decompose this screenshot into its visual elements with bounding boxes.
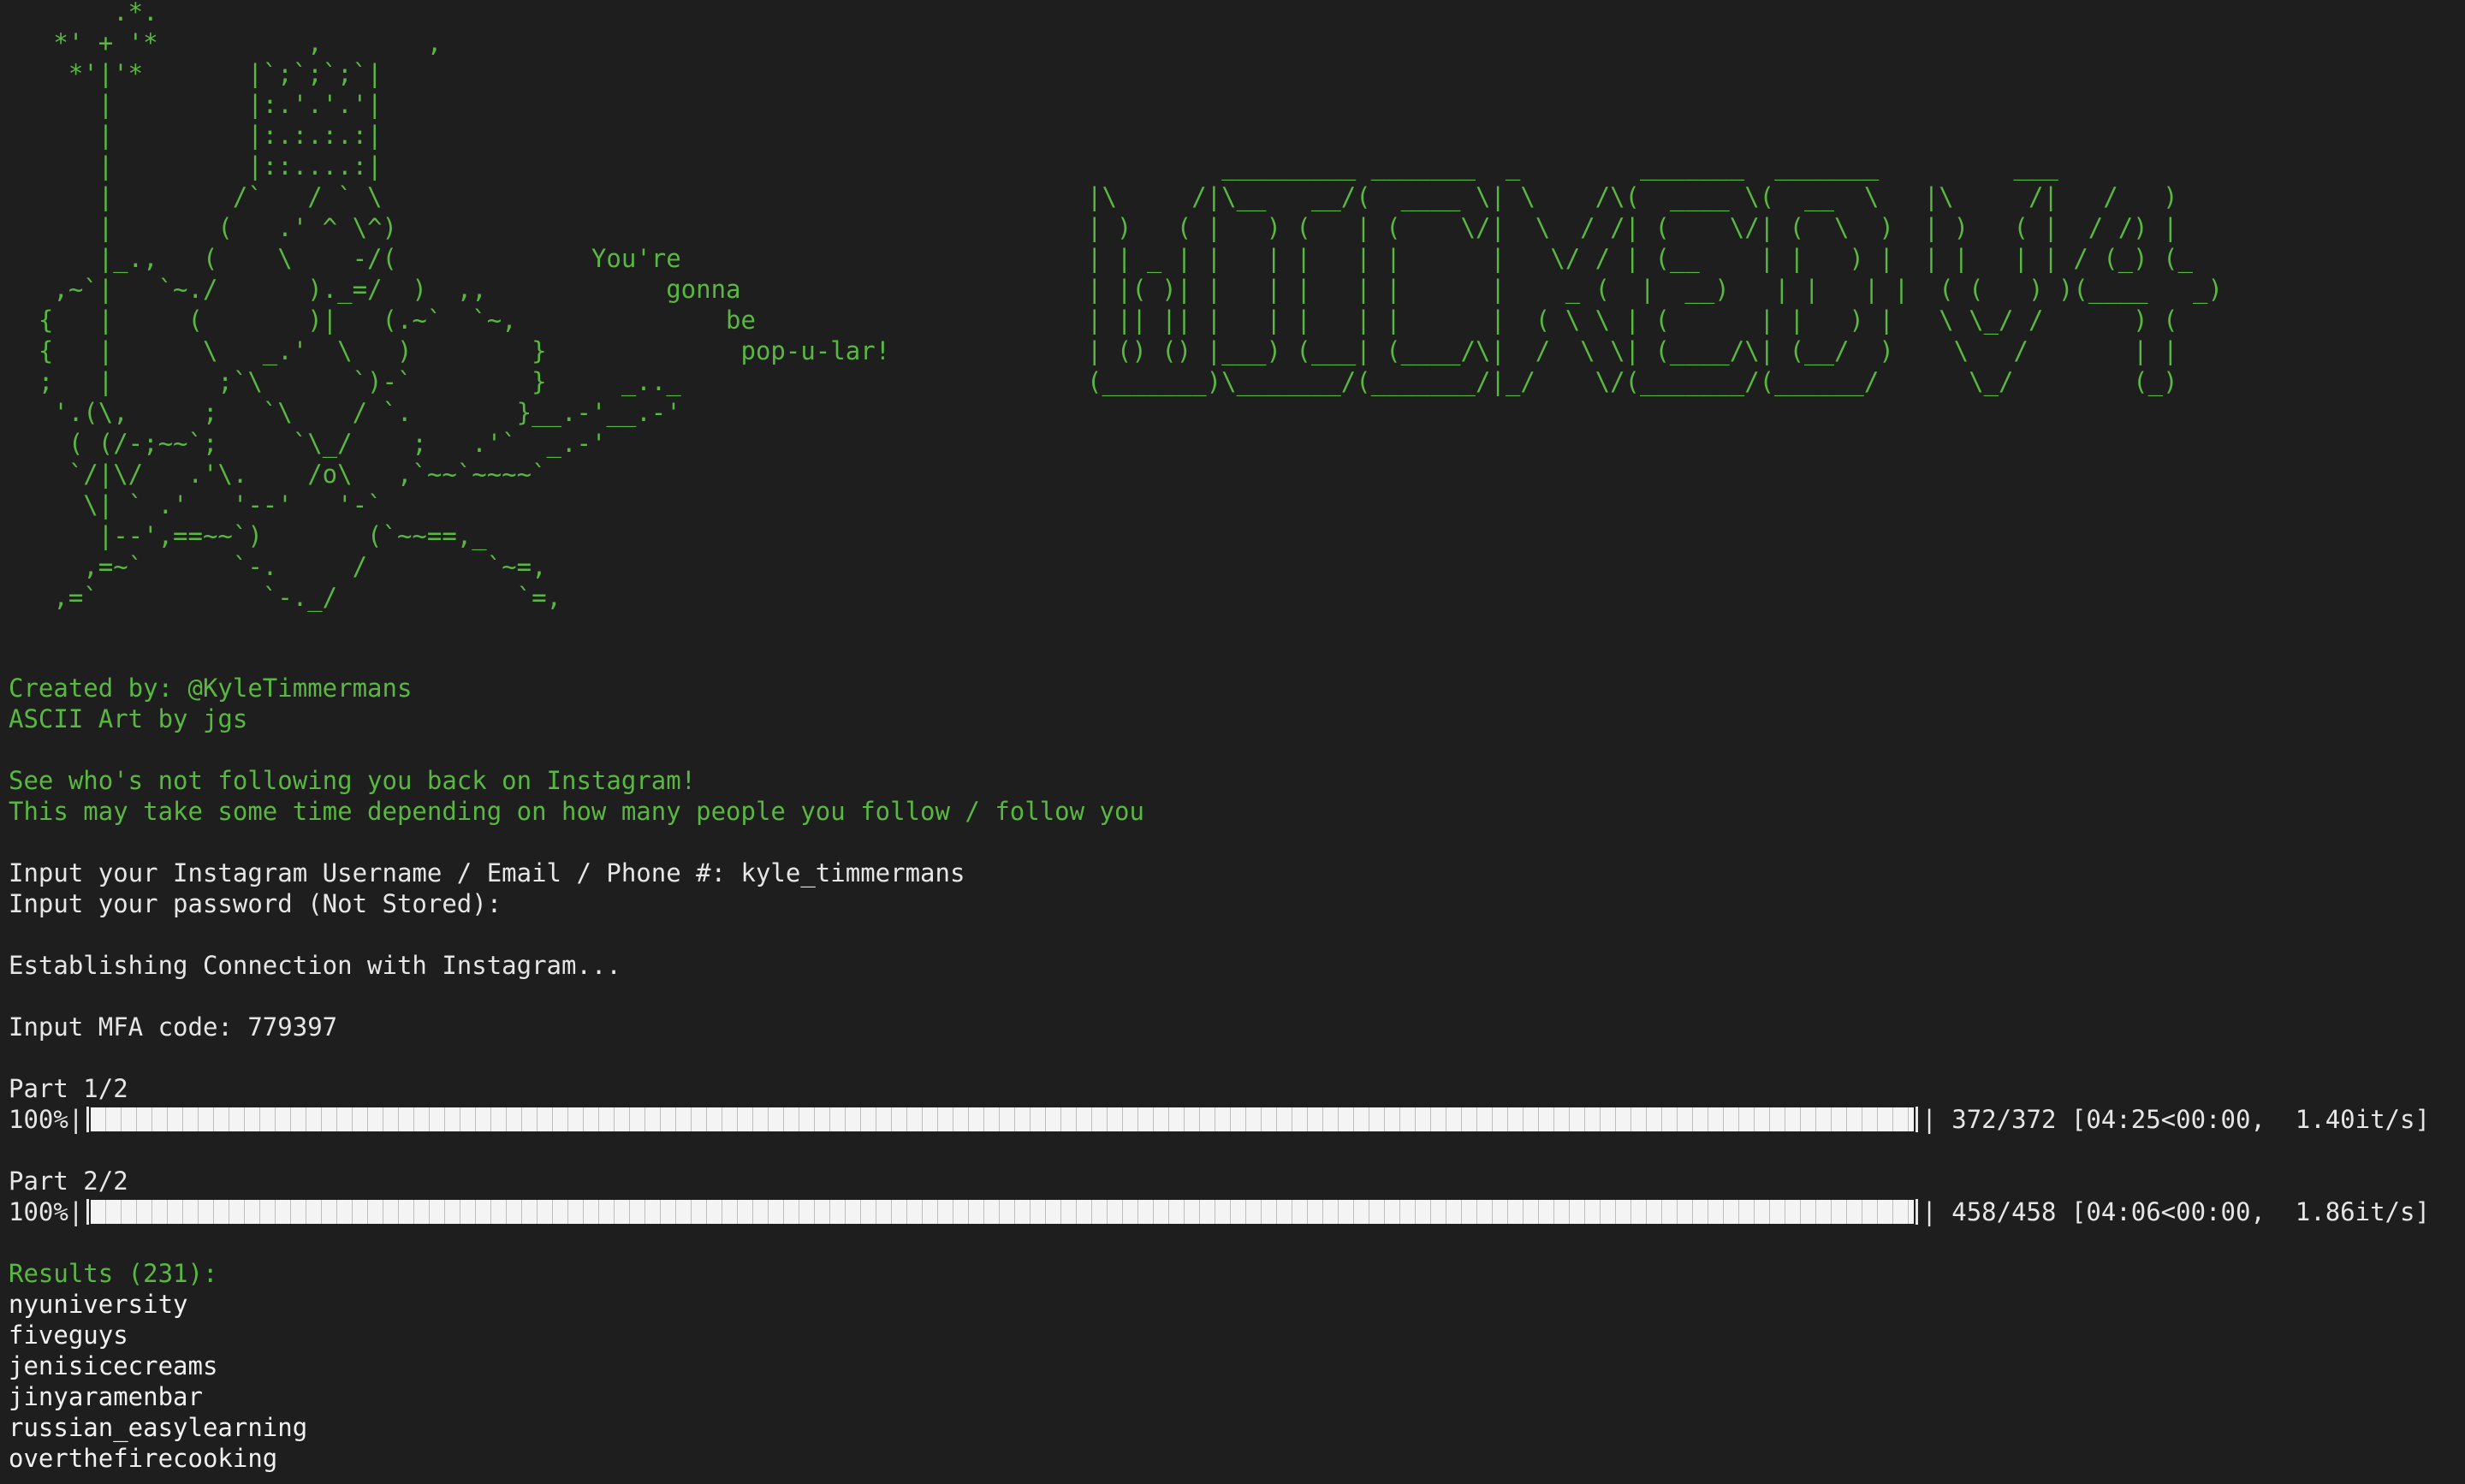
progress-stats-1: | 372/372 [04:25<00:00, 1.40it/s]: [1922, 1105, 2430, 1134]
progress-stats-2: | 458/458 [04:06<00:00, 1.86it/s]: [1922, 1197, 2430, 1226]
terminal-window[interactable]: .*. *' + '* , , *'|'* |`;`;`;`| | |:.'.'…: [0, 0, 2465, 1484]
progress-bar-2: [86, 1199, 1919, 1225]
terminal-output: Created by: @KyleTimmermans ASCII Art by…: [9, 673, 2456, 1474]
username-prompt: Input your Instagram Username / Email / …: [9, 858, 965, 887]
intro-line-1: See who's not following you back on Inst…: [9, 766, 697, 795]
password-prompt: Input your password (Not Stored):: [9, 889, 502, 918]
result-item: overthefirecooking: [9, 1444, 278, 1473]
intro-line-2: This may take some time depending on how…: [9, 797, 1144, 826]
progress-percent-1: 100%|: [9, 1105, 84, 1134]
result-item: jenisicecreams: [9, 1351, 218, 1380]
progress-bar-1: [86, 1107, 1919, 1132]
progress-row-1: 100%| | 372/372 [04:25<00:00, 1.40it/s]: [9, 1104, 2456, 1135]
result-item: russian_easylearning: [9, 1413, 308, 1442]
result-item: jinyaramenbar: [9, 1382, 203, 1411]
connection-status: Establishing Connection with Instagram..…: [9, 951, 621, 980]
credit-author: Created by: @KyleTimmermans: [9, 674, 413, 703]
progress-row-2: 100%| | 458/458 [04:06<00:00, 1.86it/s]: [9, 1196, 2456, 1227]
credit-art: ASCII Art by jgs: [9, 704, 248, 733]
results-header: Results (231):: [9, 1259, 218, 1288]
progress-percent-2: 100%|: [9, 1197, 84, 1226]
ascii-art-cat: .*. *' + '* , , *'|'* |`;`;`;`| | |:.'.'…: [38, 0, 891, 612]
progress-bar-fill-2: [91, 1200, 1915, 1224]
result-item: nyuniversity: [9, 1290, 188, 1319]
progress-label-1: Part 1/2: [9, 1074, 128, 1103]
results-list: nyuniversity fiveguys jenisicecreams jin…: [9, 1289, 2456, 1474]
progress-bar-fill-1: [91, 1107, 1915, 1131]
ascii-art-banner: _________ _______ _ _______ _______ ___ …: [1087, 151, 2223, 396]
mfa-prompt: Input MFA code: 779397: [9, 1012, 338, 1042]
result-item: fiveguys: [9, 1321, 128, 1350]
progress-label-2: Part 2/2: [9, 1166, 128, 1196]
